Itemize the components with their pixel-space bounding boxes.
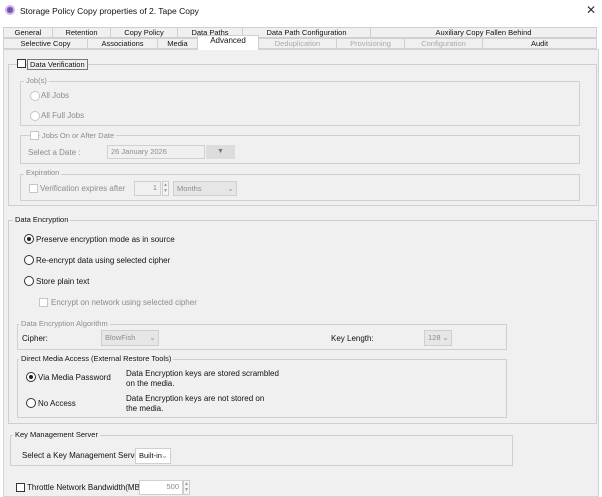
preserve-encryption-label: Preserve encryption mode as in source bbox=[36, 235, 175, 244]
store-plain-text-label: Store plain text bbox=[36, 277, 90, 286]
throttle-bandwidth-field[interactable]: 500 bbox=[139, 480, 183, 495]
kms-select[interactable]: Built-in ⌄ bbox=[135, 448, 171, 464]
jobs-label: Job(s) bbox=[24, 76, 49, 85]
tab-selective-copy[interactable]: Selective Copy bbox=[3, 38, 88, 49]
data-verification-label: Data Verification bbox=[27, 59, 88, 70]
chevron-down-icon: ⌄ bbox=[149, 333, 156, 342]
expires-value-field[interactable]: 1 bbox=[134, 181, 161, 196]
no-access-description-2: the media. bbox=[126, 404, 164, 413]
tab-provisioning: Provisioning bbox=[336, 38, 405, 49]
expiration-label: Expiration bbox=[24, 168, 62, 177]
key-length-label: Key Length: bbox=[331, 334, 374, 343]
all-jobs-radio[interactable] bbox=[30, 91, 40, 101]
all-full-jobs-radio[interactable] bbox=[30, 111, 40, 121]
via-media-password-description-2: on the media. bbox=[126, 379, 175, 388]
app-icon bbox=[5, 5, 15, 15]
date-field[interactable]: 26 January 2026 bbox=[107, 145, 205, 159]
cipher-value: BlowFish bbox=[105, 333, 136, 342]
key-length-value: 128 bbox=[428, 333, 441, 342]
throttle-bandwidth-checkbox[interactable] bbox=[16, 483, 25, 492]
expires-unit-value: Months bbox=[177, 184, 202, 193]
reencrypt-label: Re-encrypt data using selected cipher bbox=[36, 256, 171, 265]
data-verification-checkbox[interactable] bbox=[17, 59, 26, 68]
direct-media-access-group bbox=[17, 359, 507, 418]
encryption-algorithm-label: Data Encryption Algorithm bbox=[19, 319, 110, 328]
select-kms-label: Select a Key Management Server: bbox=[22, 451, 144, 460]
all-full-jobs-label: All Full Jobs bbox=[41, 111, 85, 120]
tab-general[interactable]: General bbox=[3, 27, 53, 38]
cipher-label: Cipher: bbox=[22, 334, 48, 343]
throttle-spinner[interactable]: ▲ ▼ bbox=[183, 480, 190, 495]
encrypt-network-checkbox[interactable] bbox=[39, 298, 48, 307]
window-title: Storage Policy Copy properties of 2. Tap… bbox=[20, 6, 199, 16]
no-access-description: Data Encryption keys are not stored on bbox=[126, 394, 265, 403]
no-access-radio[interactable] bbox=[26, 398, 36, 408]
chevron-down-icon: ⌄ bbox=[161, 451, 168, 460]
verification-expires-checkbox[interactable] bbox=[29, 184, 38, 193]
key-management-server-label: Key Management Server bbox=[13, 430, 100, 439]
no-access-label: No Access bbox=[38, 399, 76, 408]
jobs-group bbox=[20, 81, 580, 126]
preserve-encryption-radio[interactable] bbox=[24, 234, 34, 244]
date-dropdown-button[interactable]: ▼ bbox=[206, 145, 235, 159]
tab-configuration: Configuration bbox=[404, 38, 483, 49]
direct-media-access-label: Direct Media Access (External Restore To… bbox=[19, 354, 174, 363]
tab-retention[interactable]: Retention bbox=[52, 27, 111, 38]
expires-unit-select[interactable]: Months ⌄ bbox=[173, 181, 237, 196]
tab-audit[interactable]: Audit bbox=[482, 38, 597, 49]
chevron-down-icon: ⌄ bbox=[442, 333, 449, 342]
expires-after-label: Verification expires after bbox=[40, 184, 126, 193]
tab-advanced[interactable]: Advanced bbox=[197, 35, 259, 50]
jobs-after-date-checkbox[interactable] bbox=[30, 131, 39, 140]
tab-media[interactable]: Media bbox=[157, 38, 198, 49]
tab-deduplication: Deduplication bbox=[258, 38, 337, 49]
tab-associations[interactable]: Associations bbox=[87, 38, 158, 49]
tab-auxiliary-copy-fallen-behind[interactable]: Auxiliary Copy Fallen Behind bbox=[370, 27, 597, 38]
cipher-select[interactable]: BlowFish ⌄ bbox=[101, 330, 159, 346]
store-plain-text-radio[interactable] bbox=[24, 276, 34, 286]
all-jobs-label: All Jobs bbox=[41, 91, 70, 100]
key-length-select[interactable]: 128 ⌄ bbox=[424, 330, 452, 346]
chevron-down-icon: ⌄ bbox=[227, 184, 234, 193]
kms-value: Built-in bbox=[139, 451, 162, 460]
via-media-password-radio[interactable] bbox=[26, 372, 36, 382]
via-media-password-label: Via Media Password bbox=[38, 373, 111, 382]
throttle-bandwidth-label: Throttle Network Bandwidth(MB/HR) bbox=[27, 483, 157, 492]
via-media-password-description: Data Encryption keys are stored scramble… bbox=[126, 369, 279, 378]
close-icon[interactable]: ✕ bbox=[586, 3, 596, 17]
encrypt-network-label: Encrypt on network using selected cipher bbox=[51, 298, 197, 307]
tab-data-path-configuration[interactable]: Data Path Configuration bbox=[242, 27, 371, 38]
select-date-label: Select a Date : bbox=[28, 148, 81, 157]
data-encryption-label: Data Encryption bbox=[13, 215, 71, 224]
tab-copy-policy[interactable]: Copy Policy bbox=[110, 27, 178, 38]
jobs-after-date-label: Jobs On or After Date bbox=[40, 131, 117, 140]
reencrypt-radio[interactable] bbox=[24, 255, 34, 265]
expires-spinner[interactable]: ▲ ▼ bbox=[162, 181, 169, 196]
